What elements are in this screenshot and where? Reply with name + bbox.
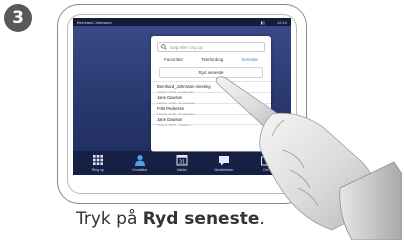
search-box[interactable] [157, 42, 265, 52]
caption-bold-term: Ryd seneste [142, 209, 260, 229]
camera-status-icon: ▮▯ [260, 19, 265, 25]
dock-meetings-label: Møder [176, 168, 188, 172]
search-input[interactable] [170, 43, 260, 51]
dock-contacts-label: Kontakter [132, 168, 148, 172]
instruction-caption: Tryk på Ryd seneste. [76, 209, 265, 229]
calendar-icon: 31 [176, 155, 188, 166]
dock-contacts-button[interactable]: Kontakter [125, 154, 155, 172]
dock-call-button[interactable]: Ring op [83, 154, 113, 172]
svg-text:31: 31 [179, 160, 185, 166]
contact-icon [135, 155, 145, 166]
caption-suffix: . [259, 209, 265, 229]
popup-tabs: Favoritter Telefonbog Seneste [151, 57, 271, 62]
dock-call-label: Ring op [91, 168, 105, 172]
status-clock: 12:14 [276, 19, 287, 25]
tab-favorites[interactable]: Favoritter [164, 57, 183, 62]
dock-meetings-button[interactable]: 31 Møder [167, 154, 197, 172]
tab-recent[interactable]: Seneste [241, 57, 258, 62]
caption-prefix: Tryk på [76, 209, 143, 229]
step-number-badge: 3 [4, 4, 32, 32]
status-user-name: Bernhard Johnsson [77, 19, 112, 25]
search-icon [161, 44, 167, 50]
tab-directory[interactable]: Telefonbog [201, 57, 223, 62]
keypad-icon [93, 155, 103, 165]
status-bar: Bernhard Johnsson ▮▯ 12:14 [73, 18, 291, 26]
